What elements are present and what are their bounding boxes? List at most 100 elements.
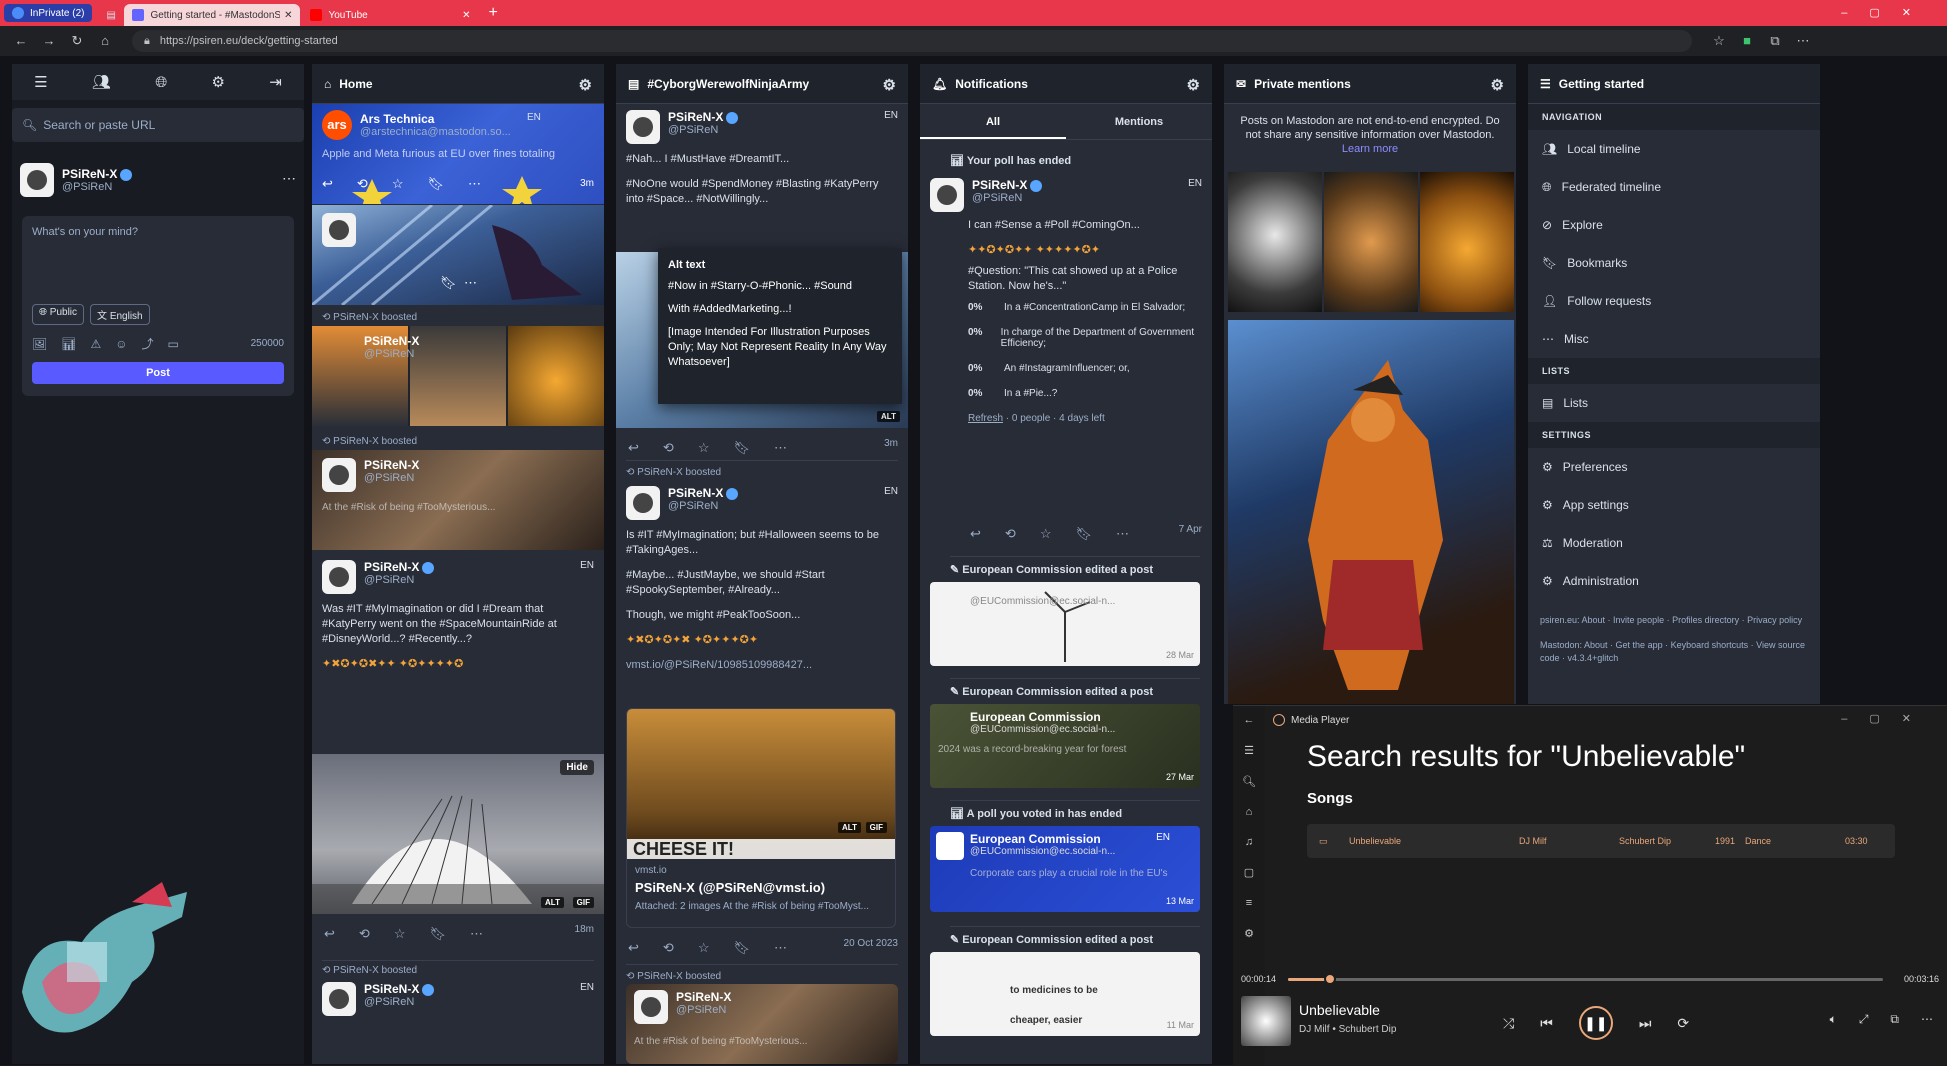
status-image-post[interactable]: 🔖︎ ⋯: [312, 205, 604, 305]
nav-lists[interactable]: ▤ Lists: [1528, 384, 1820, 422]
more-icon[interactable]: ⋯: [774, 940, 787, 956]
mention-image-3[interactable]: [1420, 172, 1514, 312]
window-controls[interactable]: –▢✕: [1841, 6, 1933, 19]
nav-bookmarks[interactable]: 🔖︎ Bookmarks: [1528, 244, 1820, 282]
poll-voted-post[interactable]: European Commission @EUCommission@ec.soc…: [930, 826, 1200, 912]
seek-thumb[interactable]: [1323, 973, 1336, 985]
player-window-controls[interactable]: –▢✕: [1841, 712, 1933, 725]
status-coffee-post[interactable]: PSiReN-X @PSiReN At the #Risk of being #…: [312, 450, 604, 550]
avatar[interactable]: [626, 110, 660, 144]
boost-icon[interactable]: ⟲: [357, 176, 368, 192]
getting-started-header[interactable]: ☰ Getting started: [1528, 64, 1820, 104]
collections-icon[interactable]: ⧉: [1768, 34, 1782, 48]
avatar[interactable]: [322, 213, 356, 247]
eu-avatar[interactable]: [936, 832, 964, 860]
avatar[interactable]: [322, 458, 356, 492]
nav-explore[interactable]: ⊘ Explore: [1528, 206, 1820, 244]
footer-links[interactable]: psiren.eu: About · Invite people · Profi…: [1528, 600, 1820, 627]
nav-follow-requests[interactable]: 👤︎ Follow requests: [1528, 282, 1820, 320]
tab-mentions[interactable]: Mentions: [1066, 104, 1212, 139]
boost-icon[interactable]: ⟲: [663, 440, 674, 456]
home-column-header[interactable]: ⌂ Home ⚙︎: [312, 64, 604, 104]
poll-refresh-link[interactable]: Refresh: [968, 413, 1003, 424]
favourite-icon[interactable]: ☆: [392, 176, 404, 192]
notifications-column-header[interactable]: 🔔︎ Notifications ⚙︎: [920, 64, 1212, 104]
boost-icon[interactable]: ⟲: [663, 940, 674, 956]
bookmark-icon[interactable]: 🔖︎: [440, 275, 457, 291]
bookmark-icon[interactable]: 🔖︎: [733, 940, 750, 956]
attach-media-icon[interactable]: 🖼︎: [32, 337, 47, 351]
content-warning-icon[interactable]: ⚠︎: [90, 337, 101, 351]
poll-icon[interactable]: 📊︎: [61, 337, 76, 351]
mention-image-1[interactable]: [1228, 172, 1322, 312]
boost-icon[interactable]: ⟲: [1005, 526, 1016, 542]
reply-icon[interactable]: ↩: [628, 940, 639, 956]
more-icon[interactable]: ⋯: [470, 926, 483, 942]
nav-preferences[interactable]: ⚙︎ Preferences: [1528, 448, 1820, 486]
globe-icon[interactable]: 🌐︎: [155, 74, 167, 91]
nav-app-settings[interactable]: ⚙︎ App settings: [1528, 486, 1820, 524]
status-poll[interactable]: PSiReN-X @PSiReN EN I can #Sense a #Poll …: [920, 172, 1212, 512]
avatar[interactable]: [634, 990, 668, 1024]
reply-icon[interactable]: ↩: [970, 526, 981, 542]
column-settings-icon[interactable]: ⚙︎: [579, 76, 592, 94]
favorite-icon[interactable]: ☆: [1712, 34, 1726, 48]
footer-mastodon[interactable]: Mastodon: About · Get the app · Keyboard…: [1528, 627, 1820, 665]
close-tab-icon[interactable]: ✕: [284, 10, 292, 21]
ars-avatar[interactable]: ars: [322, 110, 352, 140]
alt-badge[interactable]: ALT: [877, 411, 900, 422]
threaded-mode-icon[interactable]: ▭: [168, 337, 179, 351]
tab-actions-icon[interactable]: ▤: [98, 4, 120, 26]
extension-icon[interactable]: ■: [1740, 34, 1754, 48]
favourite-icon[interactable]: ☆: [698, 940, 710, 956]
nav-misc[interactable]: ⋯ Misc: [1528, 320, 1820, 358]
edited-post-3[interactable]: to medicines to be cheaper, easier 11 Ma…: [930, 952, 1200, 1036]
language-button[interactable]: 文 English: [90, 304, 150, 325]
avatar[interactable]: [20, 163, 54, 197]
mention-image-large[interactable]: [1228, 320, 1514, 704]
space-mountain-image[interactable]: Hide ALT GIF: [312, 754, 604, 914]
alt-badge[interactable]: ALT: [541, 897, 564, 908]
edited-post-1[interactable]: @EUCommission@ec.social-n... 28 Mar: [930, 582, 1200, 666]
settings-icon[interactable]: ⚙︎: [1244, 927, 1254, 940]
forward-icon[interactable]: →: [42, 34, 56, 48]
fullscreen-icon[interactable]: ⤢: [1859, 1012, 1869, 1027]
tab-youtube[interactable]: YouTube ✕: [302, 4, 478, 26]
nav-administration[interactable]: ⚙︎ Administration: [1528, 562, 1820, 600]
column-settings-icon[interactable]: ⚙︎: [883, 76, 896, 94]
reply-icon[interactable]: ↩: [628, 440, 639, 456]
boost-icon[interactable]: ⟲: [359, 926, 370, 942]
repeat-icon[interactable]: ⟳: [1677, 1015, 1689, 1032]
column-settings-icon[interactable]: ⚙︎: [1491, 76, 1504, 94]
menu-icon[interactable]: ☰: [1244, 744, 1254, 757]
status-link[interactable]: vmst.io/@PSiReN/10985109988427...: [626, 658, 898, 673]
playlist-icon[interactable]: ≡: [1246, 897, 1252, 909]
bookmark-icon[interactable]: 🔖︎: [733, 440, 750, 456]
tab-getting-started[interactable]: Getting started - #MastodonSpy... ✕: [124, 4, 301, 26]
inprivate-badge[interactable]: InPrivate (2): [4, 4, 93, 22]
more-icon[interactable]: ⋯: [282, 170, 296, 187]
search-input[interactable]: 🔍︎ Search or paste URL: [12, 108, 304, 142]
status-katy[interactable]: PSiReN-X @PSiReN EN Was #IT #MyImaginatio…: [312, 554, 604, 750]
status-ars[interactable]: ars Ars Technica @arstechnica@mastodon.s…: [312, 104, 604, 204]
volume-icon[interactable]: 🔈︎: [1830, 1012, 1837, 1027]
alt-badge[interactable]: ALT: [838, 822, 861, 833]
more-icon[interactable]: ⋯: [1921, 1012, 1933, 1027]
seek-bar[interactable]: [1288, 973, 1883, 985]
bookmark-icon[interactable]: 🔖︎: [429, 926, 446, 942]
bookmark-icon[interactable]: 🔖︎: [1075, 526, 1092, 542]
more-icon[interactable]: ⋯: [464, 275, 477, 291]
favourite-icon[interactable]: ☆: [698, 440, 710, 456]
bookmark-icon[interactable]: 🔖︎: [427, 176, 444, 192]
status-hashtag-3[interactable]: PSiReN-X @PSiReN At the #Risk of being #…: [626, 984, 898, 1064]
learn-more-link[interactable]: Learn more: [1342, 143, 1398, 155]
status-triple-image[interactable]: PSiReN-X @PSiReN: [312, 326, 604, 426]
close-tab-icon[interactable]: ✕: [462, 10, 470, 21]
favourite-icon[interactable]: ☆: [1040, 526, 1052, 542]
menu-icon[interactable]: ☰: [34, 73, 47, 91]
tab-all[interactable]: All: [920, 104, 1066, 139]
nav-federated-timeline[interactable]: 🌐︎ Federated timeline: [1528, 168, 1820, 206]
favourite-icon[interactable]: ☆: [394, 926, 406, 942]
pause-button[interactable]: ❚❚: [1578, 1006, 1613, 1040]
nav-moderation[interactable]: ⚖︎ Moderation: [1528, 524, 1820, 562]
